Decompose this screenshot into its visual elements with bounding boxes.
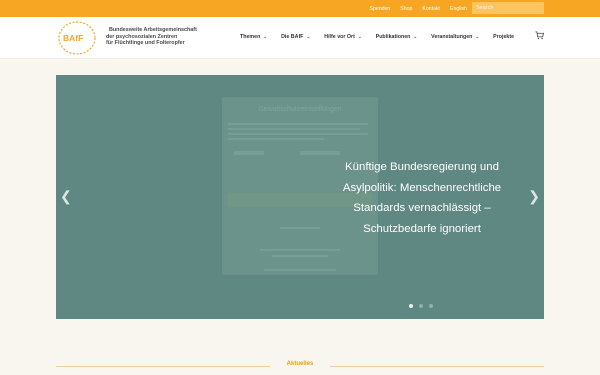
chevron-left-icon[interactable]: ❮ [60, 188, 72, 205]
site-header: BAfF Bundesweite Arbeitsgemeinschaft der… [0, 17, 600, 59]
top-link-shop[interactable]: Shop [400, 6, 412, 12]
overlay-text-line [228, 138, 324, 140]
org-name-line-1: Bundesweite Arbeitsgemeinschaft [109, 27, 197, 33]
nav-label: Hilfe vor Ort [324, 34, 355, 40]
nav-item-projekte[interactable]: Projekte [493, 34, 514, 40]
chevron-down-icon: ⌄ [263, 34, 268, 39]
slider-dot-1[interactable] [409, 304, 413, 308]
top-link-english[interactable]: English [450, 6, 467, 12]
nav-item-themen[interactable]: Themen ⌄ [240, 34, 267, 40]
overlay-title: Gewaltschutzeinstellungen [258, 106, 342, 113]
slider-dot-3[interactable] [429, 304, 433, 308]
nav-item-hilfe-vor-ort[interactable]: Hilfe vor Ort ⌄ [324, 34, 361, 40]
baff-logo[interactable]: BAfF [57, 20, 97, 56]
top-link-spenden[interactable]: Spenden [369, 6, 390, 12]
chevron-down-icon: ⌄ [475, 34, 480, 39]
overlay-text-line [280, 227, 320, 229]
nav-label: Die BAfF [281, 34, 304, 40]
slide-headline[interactable]: Künftige Bundesregierung und Asylpolitik… [324, 157, 520, 239]
nav-item-veranstaltungen[interactable]: Veranstaltungen ⌄ [431, 34, 479, 40]
chevron-down-icon: ⌄ [413, 34, 418, 39]
shopping-cart-icon[interactable] [535, 31, 544, 40]
overlay-text-line [228, 133, 368, 135]
nav-label: Publikationen [375, 34, 411, 40]
overlay-text-line [272, 255, 328, 257]
nav-label: Themen [240, 34, 261, 40]
nav-item-die-baff[interactable]: Die BAfF ⌄ [281, 34, 310, 40]
search-input[interactable] [472, 2, 544, 14]
overlay-text-line [228, 123, 368, 125]
org-name: Bundesweite Arbeitsgemeinschaft der psyc… [106, 27, 197, 47]
slider-dots [409, 304, 433, 308]
overlay-text-line [228, 128, 360, 130]
slider-dot-2[interactable] [419, 304, 423, 308]
chevron-right-icon[interactable]: ❯ [528, 188, 540, 205]
nav-label: Projekte [493, 34, 515, 40]
overlay-text-line [260, 249, 340, 251]
section-divider-right [330, 366, 544, 367]
chevron-down-icon: ⌄ [357, 34, 362, 39]
main-nav: Themen ⌄ Die BAfF ⌄ Hilfe vor Ort ⌄ Publ… [240, 34, 514, 40]
top-link-kontakt[interactable]: Kontakt [422, 6, 440, 12]
chevron-down-icon: ⌄ [306, 34, 311, 39]
overlay-checkbox [234, 151, 264, 155]
top-bar: Spenden Shop Kontakt English [0, 0, 600, 17]
overlay-text-line [264, 269, 336, 271]
top-links: Spenden Shop Kontakt English [369, 0, 467, 17]
overlay-checkbox [300, 151, 340, 155]
org-name-line-3: für Flüchtlinge und Folteropfer [106, 40, 185, 47]
hero-slider: Gewaltschutzeinstellungen Künftige Bunde… [56, 75, 544, 319]
org-name-line-2: der psychosozialen Zentren [106, 33, 178, 40]
nav-item-publikationen[interactable]: Publikationen ⌄ [376, 34, 418, 40]
logo-letters: BAfF [63, 33, 83, 43]
nav-label: Veranstaltungen [431, 34, 473, 40]
